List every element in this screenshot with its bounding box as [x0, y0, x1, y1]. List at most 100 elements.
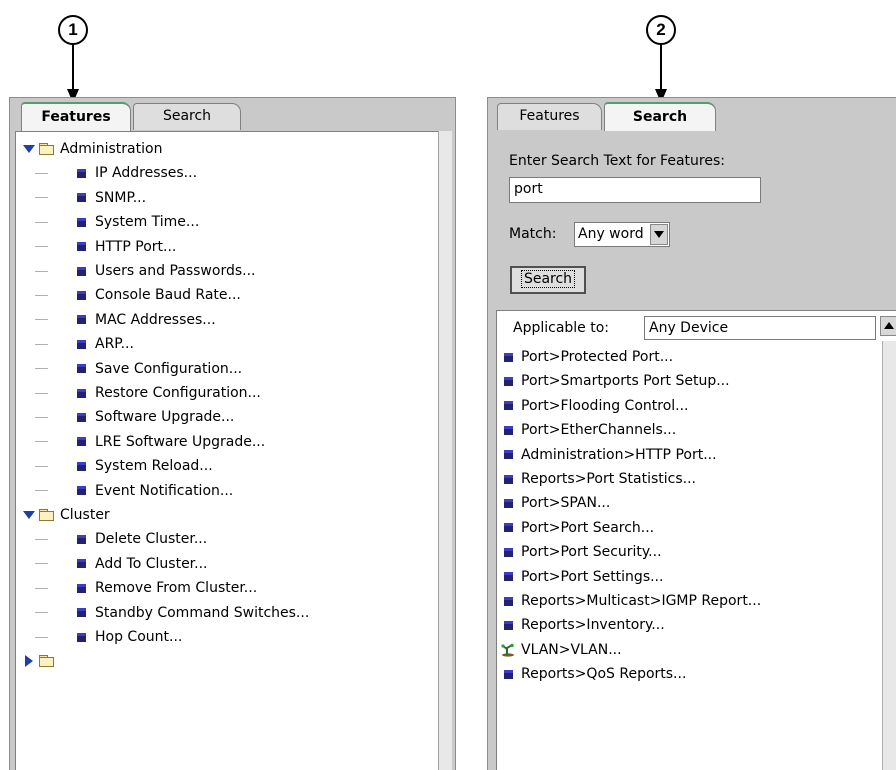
result-label: Reports>Inventory...	[521, 617, 665, 634]
tree-branch-line	[35, 465, 48, 467]
tree-item[interactable]: IP Addresses...	[16, 161, 438, 185]
feature-icon	[504, 669, 513, 679]
result-item[interactable]: Port>Port Search...	[497, 516, 877, 540]
feature-icon	[77, 290, 86, 300]
left-scrollbar[interactable]	[438, 131, 452, 770]
result-label: Port>Port Search...	[521, 519, 655, 536]
tree-item[interactable]: SNMP...	[16, 186, 438, 210]
tree-branch-line	[35, 368, 48, 370]
tab-features[interactable]: Features	[21, 102, 131, 131]
result-item[interactable]: Reports>Inventory...	[497, 613, 877, 637]
collapsed-arrow-icon[interactable]	[25, 655, 33, 668]
result-label: Port>EtherChannels...	[521, 422, 677, 439]
tree-item-label: ARP...	[95, 336, 134, 353]
feature-icon	[77, 193, 86, 203]
tree-item-label: LRE Software Upgrade...	[95, 433, 266, 450]
result-item[interactable]: Port>Port Settings...	[497, 565, 877, 589]
tree-item[interactable]: System Reload...	[16, 454, 438, 478]
feature-icon	[77, 388, 86, 398]
tree-item[interactable]: Users and Passwords...	[16, 259, 438, 283]
applicable-dropdown[interactable]: Any Device	[644, 316, 876, 340]
tree-branch-line	[35, 172, 48, 174]
tree-branch-line	[35, 343, 48, 345]
expand-arrow-icon[interactable]	[23, 145, 35, 153]
search-button[interactable]: Search	[510, 266, 586, 294]
tree-folder-partial[interactable]	[16, 649, 438, 673]
tree-folder[interactable]: Cluster	[16, 503, 438, 527]
tree-item[interactable]: Event Notification...	[16, 479, 438, 503]
expand-arrow-icon[interactable]	[23, 511, 35, 519]
feature-icon	[77, 364, 86, 374]
feature-icon	[77, 168, 86, 178]
tree-item[interactable]: Hop Count...	[16, 625, 438, 649]
callout-2-arrow	[660, 45, 662, 92]
tree-item-label: Restore Configuration...	[95, 385, 261, 401]
tree-branch-line	[35, 612, 48, 614]
tree-item[interactable]: Restore Configuration...	[16, 381, 438, 405]
feature-icon	[77, 632, 86, 642]
feature-icon	[504, 572, 513, 582]
chevron-down-icon[interactable]	[650, 224, 668, 245]
tree-branch-line	[35, 294, 48, 296]
result-label: Port>Protected Port...	[521, 349, 674, 365]
result-item[interactable]: Reports>QoS Reports...	[497, 662, 877, 686]
result-item[interactable]: Port>SPAN...	[497, 491, 877, 515]
tree-item[interactable]: Console Baud Rate...	[16, 283, 438, 307]
tree-item[interactable]: LRE Software Upgrade...	[16, 430, 438, 454]
result-item[interactable]: VLAN>VLAN...	[497, 638, 877, 662]
feature-icon	[77, 242, 86, 252]
tree-branch-line	[35, 563, 48, 565]
feature-icon	[77, 412, 86, 422]
result-item[interactable]: Port>Flooding Control...	[497, 394, 877, 418]
result-item[interactable]: Port>Protected Port...	[497, 345, 877, 369]
match-value: Any word	[578, 226, 644, 242]
tree-item[interactable]: Software Upgrade...	[16, 405, 438, 429]
tree-item-label: Software Upgrade...	[95, 409, 235, 426]
tree-item[interactable]: MAC Addresses...	[16, 308, 438, 332]
tree-folder[interactable]: Administration	[16, 137, 438, 161]
match-label: Match:	[509, 226, 557, 242]
tree-item-label: Save Configuration...	[95, 360, 243, 377]
result-item[interactable]: Port>Smartports Port Setup...	[497, 369, 877, 393]
feature-icon	[77, 339, 86, 349]
tree-item[interactable]: ARP...	[16, 332, 438, 356]
tree-item-label: Console Baud Rate...	[95, 287, 241, 304]
result-label: Administration>HTTP Port...	[521, 446, 717, 463]
search-input[interactable]: port	[509, 177, 761, 203]
feature-icon	[504, 425, 513, 435]
feature-icon	[77, 315, 86, 325]
feature-icon	[77, 559, 86, 569]
tree-branch-line	[35, 441, 48, 443]
feature-icon	[504, 352, 513, 362]
tab-features[interactable]: Features	[497, 103, 602, 130]
tree-item[interactable]: Standby Command Switches...	[16, 601, 438, 625]
tab-search[interactable]: Search	[604, 102, 716, 131]
tree-item[interactable]: HTTP Port...	[16, 235, 438, 259]
tree-branch-line	[35, 270, 48, 272]
tree-item-label: MAC Addresses...	[95, 311, 216, 328]
tree-item[interactable]: Delete Cluster...	[16, 527, 438, 551]
feature-icon	[504, 523, 513, 533]
tree-item-label: Add To Cluster...	[95, 555, 208, 572]
result-item[interactable]: Port>EtherChannels...	[497, 418, 877, 442]
result-item[interactable]: Port>Port Security...	[497, 540, 877, 564]
result-item[interactable]: Reports>Multicast>IGMP Report...	[497, 589, 877, 613]
tree-item-label: System Reload...	[95, 458, 213, 475]
scroll-up-arrow-icon[interactable]	[880, 316, 896, 336]
tree-item[interactable]: Remove From Cluster...	[16, 576, 438, 600]
feature-icon	[77, 437, 86, 447]
tab-search[interactable]: Search	[133, 103, 241, 130]
tree-item[interactable]: Add To Cluster...	[16, 552, 438, 576]
feature-icon	[504, 401, 513, 411]
result-item[interactable]: Reports>Port Statistics...	[497, 467, 877, 491]
results-scrollbar[interactable]	[882, 341, 896, 770]
match-dropdown[interactable]: Any word	[574, 222, 670, 247]
callout-1-arrow	[72, 45, 74, 92]
result-label: Reports>QoS Reports...	[521, 666, 687, 683]
tree-item[interactable]: System Time...	[16, 210, 438, 234]
tree-item-label: Users and Passwords...	[95, 263, 256, 279]
tree-item[interactable]: Save Configuration...	[16, 357, 438, 381]
result-label: Port>Flooding Control...	[521, 397, 689, 414]
result-item[interactable]: Administration>HTTP Port...	[497, 443, 877, 467]
search-results: Applicable to: Any Device Port>Protected…	[496, 310, 896, 770]
